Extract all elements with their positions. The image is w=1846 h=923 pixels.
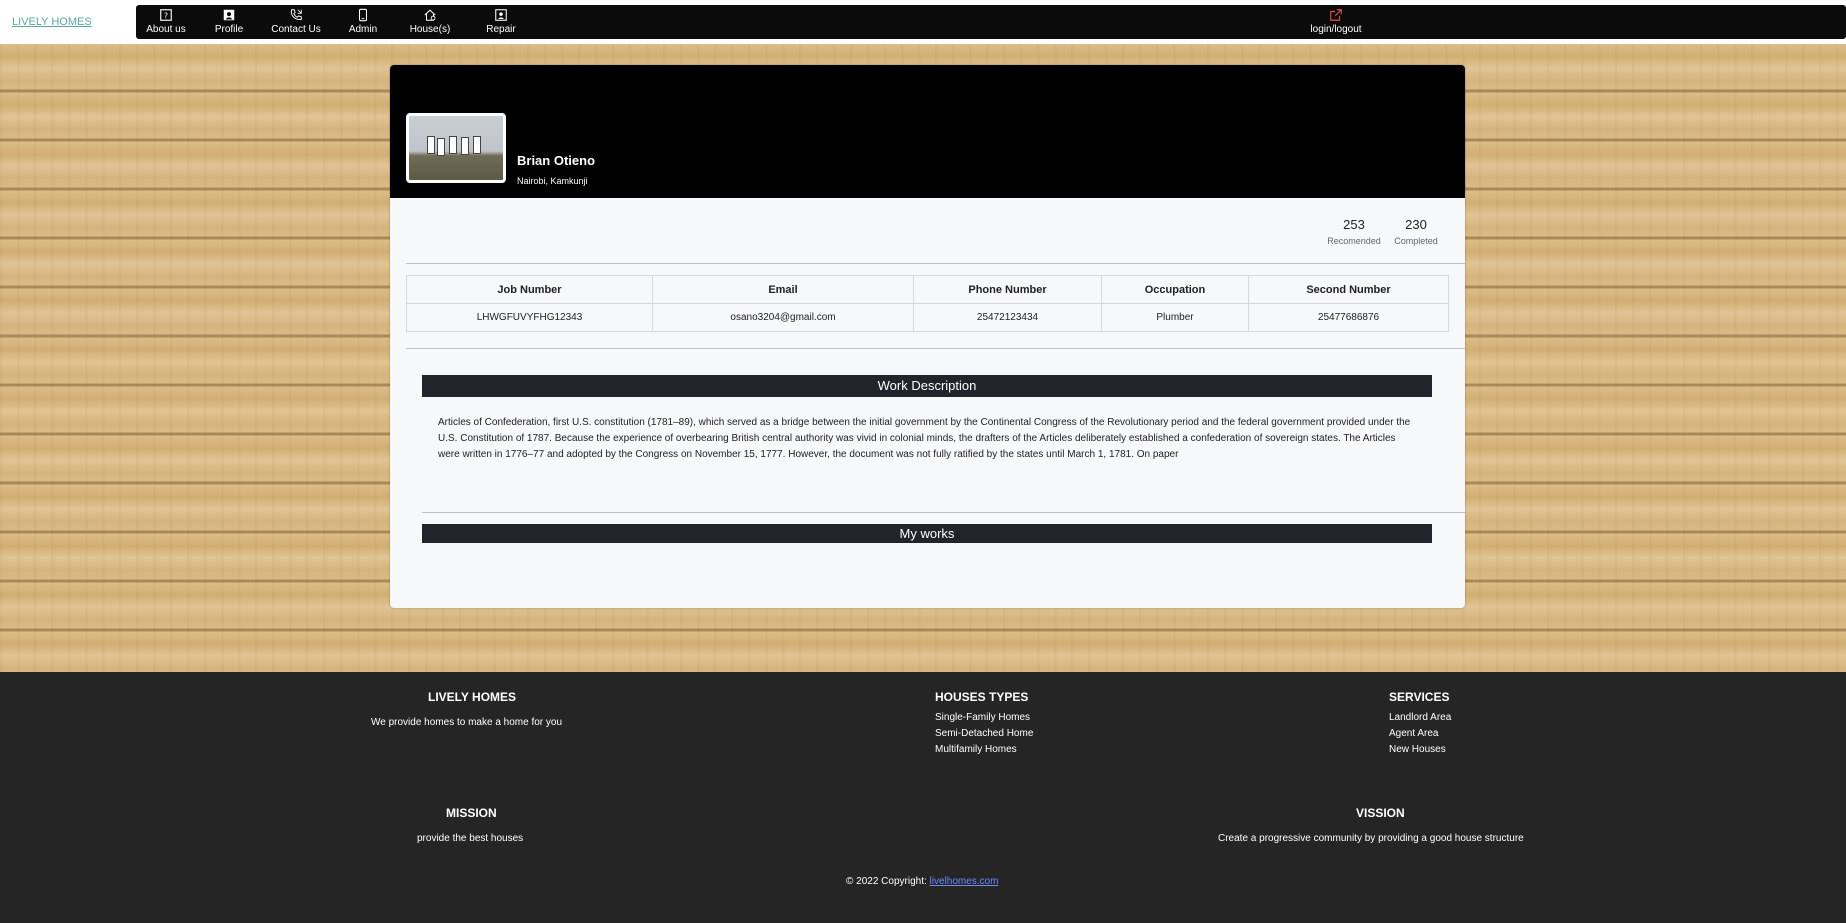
footer-house-types-title: HOUSES TYPES: [935, 690, 1029, 704]
phone-device-icon: [358, 8, 368, 22]
footer-mission-text: provide the best houses: [417, 833, 524, 844]
profile-card: Brian Otieno Nairobi, Kamkunji 253 Recom…: [390, 65, 1465, 608]
divider: [406, 348, 1465, 349]
my-works-header: My works: [422, 524, 1432, 543]
footer-house-types-list: Single-Family Homes Semi-Detached Home M…: [935, 710, 1033, 758]
footer-vission-title: VISSION: [1356, 806, 1405, 820]
question-icon: ?: [160, 9, 172, 21]
divider: [406, 263, 1465, 264]
nav-label: Profile: [214, 24, 244, 35]
footer-brand-title: LIVELY HOMES: [428, 690, 517, 704]
brand-link[interactable]: LIVELY HOMES: [12, 16, 92, 28]
person-badge-icon: [495, 9, 507, 21]
stat-value: 230: [1405, 217, 1427, 232]
stat-recommended: 253 Recomended: [1326, 217, 1382, 246]
nav-about-us[interactable]: ? About us: [136, 8, 196, 35]
nav-label: Admin: [348, 24, 378, 35]
nav-bar: ? About us Profile Contact Us Admin Hous…: [136, 5, 1846, 39]
table-row: LHWGFUVYFHG12343 osano3204@gmail.com 254…: [406, 303, 1449, 332]
cell-email: osano3204@gmail.com: [652, 303, 914, 332]
footer-services-list: Landlord Area Agent Area New Houses: [1389, 710, 1451, 758]
nav-label: Contact Us: [271, 24, 321, 35]
nav-contact-us[interactable]: Contact Us: [266, 8, 326, 35]
footer-services-title: SERVICES: [1389, 690, 1450, 704]
col-job-number: Job Number: [406, 275, 653, 304]
external-link-icon: [1330, 9, 1342, 21]
work-description-header: Work Description: [422, 375, 1432, 397]
copyright-link[interactable]: livelhomes.com: [930, 876, 999, 887]
footer-link-semi-detached[interactable]: Semi-Detached Home: [935, 726, 1033, 742]
nav-label: login/logout: [1310, 24, 1362, 35]
top-navbar: LIVELY HOMES ? About us Profile Contact …: [0, 0, 1846, 44]
avatar: [406, 113, 506, 183]
footer-vission-text: Create a progressive community by provid…: [1218, 833, 1524, 844]
col-occupation: Occupation: [1101, 275, 1249, 304]
col-email: Email: [652, 275, 914, 304]
house-icon: [424, 9, 436, 21]
stat-caption: Completed: [1394, 236, 1438, 246]
cell-occupation: Plumber: [1101, 303, 1249, 332]
nav-label: About us: [146, 24, 186, 35]
cell-job-number: LHWGFUVYFHG12343: [406, 303, 653, 332]
copyright-text: © 2022 Copyright:: [846, 876, 930, 887]
footer-brand-text: We provide homes to make a home for you: [371, 717, 563, 728]
svg-text:?: ?: [164, 12, 168, 21]
footer-mission-title: MISSION: [446, 806, 497, 820]
footer-link-new-houses[interactable]: New Houses: [1389, 742, 1451, 758]
profile-header: Brian Otieno Nairobi, Kamkunji: [390, 65, 1465, 198]
nav-houses[interactable]: House(s): [400, 8, 460, 35]
stat-completed: 230 Completed: [1390, 217, 1442, 246]
info-table: Job Number Email Phone Number Occupation…: [406, 275, 1449, 332]
divider: [422, 512, 1465, 513]
stat-caption: Recomended: [1327, 236, 1381, 246]
col-phone-number: Phone Number: [913, 275, 1102, 304]
nav-admin[interactable]: Admin: [333, 8, 393, 35]
nav-label: House(s): [409, 24, 451, 35]
footer: LIVELY HOMES We provide homes to make a …: [0, 672, 1846, 923]
work-description-text: Articles of Confederation, first U.S. co…: [438, 417, 1411, 460]
nav-repair[interactable]: Repair: [471, 8, 531, 35]
copyright: © 2022 Copyright: livelhomes.com: [846, 876, 998, 887]
footer-link-single-family[interactable]: Single-Family Homes: [935, 710, 1033, 726]
stat-value: 253: [1343, 217, 1365, 232]
footer-link-landlord-area[interactable]: Landlord Area: [1389, 710, 1451, 726]
nav-login-logout[interactable]: login/logout: [1296, 8, 1376, 35]
footer-link-agent-area[interactable]: Agent Area: [1389, 726, 1451, 742]
profile-name: Brian Otieno: [517, 153, 596, 168]
footer-link-multifamily[interactable]: Multifamily Homes: [935, 742, 1033, 758]
person-icon: [223, 9, 235, 21]
phone-icon: [290, 9, 302, 20]
nav-label: Repair: [486, 24, 516, 35]
nav-profile[interactable]: Profile: [199, 8, 259, 35]
table-header-row: Job Number Email Phone Number Occupation…: [406, 275, 1449, 304]
profile-location: Nairobi, Kamkunji: [517, 176, 588, 186]
cell-phone-number: 25472123434: [913, 303, 1102, 332]
cell-second-number: 25477686876: [1248, 303, 1449, 332]
col-second-number: Second Number: [1248, 275, 1449, 304]
